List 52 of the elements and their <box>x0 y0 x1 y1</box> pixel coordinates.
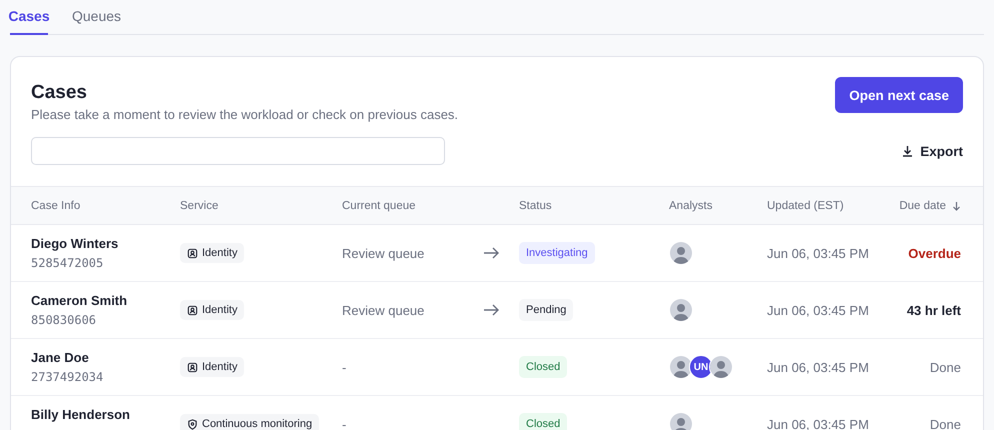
download-icon <box>902 145 914 157</box>
open-next-case-button[interactable]: Open next case <box>835 77 963 113</box>
updated-time: Jun 06, 03:45 PM <box>767 246 870 260</box>
service-tag: Identity <box>180 300 244 320</box>
id-card-icon <box>187 248 198 258</box>
service-tag: Identity <box>180 243 244 263</box>
due-date: Done <box>930 360 961 374</box>
queue-name: Review queue <box>342 302 426 318</box>
status-tag: Closed <box>519 356 568 378</box>
avatar <box>669 355 693 379</box>
status-tag: Closed <box>519 413 568 430</box>
shield-icon <box>187 418 198 430</box>
column-header: Status <box>519 200 553 212</box>
avatar: UN <box>689 355 713 379</box>
column-header: Analysts <box>669 200 714 212</box>
queue-name: - <box>342 416 348 430</box>
case-name: Cameron Smith <box>31 293 128 308</box>
search-field[interactable] <box>31 137 445 165</box>
sort-down-icon[interactable] <box>952 200 961 210</box>
status-tag: Investigating <box>519 242 595 264</box>
avatar <box>709 355 733 379</box>
due-date: Overdue <box>908 246 961 260</box>
case-name: Diego Winters <box>31 236 120 251</box>
tab[interactable]: Cases <box>10 0 48 35</box>
tab[interactable]: Queues <box>72 0 122 35</box>
updated-time: Jun 06, 03:45 PM <box>767 416 870 430</box>
service-tag: Continuous monitoring <box>180 414 320 430</box>
case-name: Billy Henderson <box>31 407 131 422</box>
column-header: Case Info <box>31 200 82 212</box>
avatar <box>669 298 693 322</box>
column-header[interactable]: Due date <box>899 200 946 212</box>
column-header: Current queue <box>342 200 417 212</box>
id-card-icon <box>187 304 198 316</box>
column-header: Updated (EST) <box>767 200 845 212</box>
updated-time: Jun 06, 03:45 PM <box>767 360 870 374</box>
due-date: 43 hr left <box>906 302 961 318</box>
id-card-icon <box>187 362 198 372</box>
updated-time: Jun 06, 03:45 PM <box>767 302 870 318</box>
case-name: Jane Doe <box>31 350 90 365</box>
case-id: 2737492034 <box>31 370 104 384</box>
avatar <box>669 241 693 265</box>
queue-name: - <box>342 360 348 374</box>
queue-name: Review queue <box>342 246 426 260</box>
column-header: Service <box>180 200 220 212</box>
page-title: Cases <box>31 82 88 104</box>
status-tag: Pending <box>519 299 574 321</box>
export-button[interactable]: Export <box>902 144 963 158</box>
case-id: 5285472005 <box>31 256 104 270</box>
case-id: 850830606 <box>31 313 98 327</box>
subtitle: Please take a moment to review the workload or check on previous cases. <box>31 107 458 122</box>
due-date: Done <box>930 416 961 430</box>
service-tag: Identity <box>180 357 244 377</box>
